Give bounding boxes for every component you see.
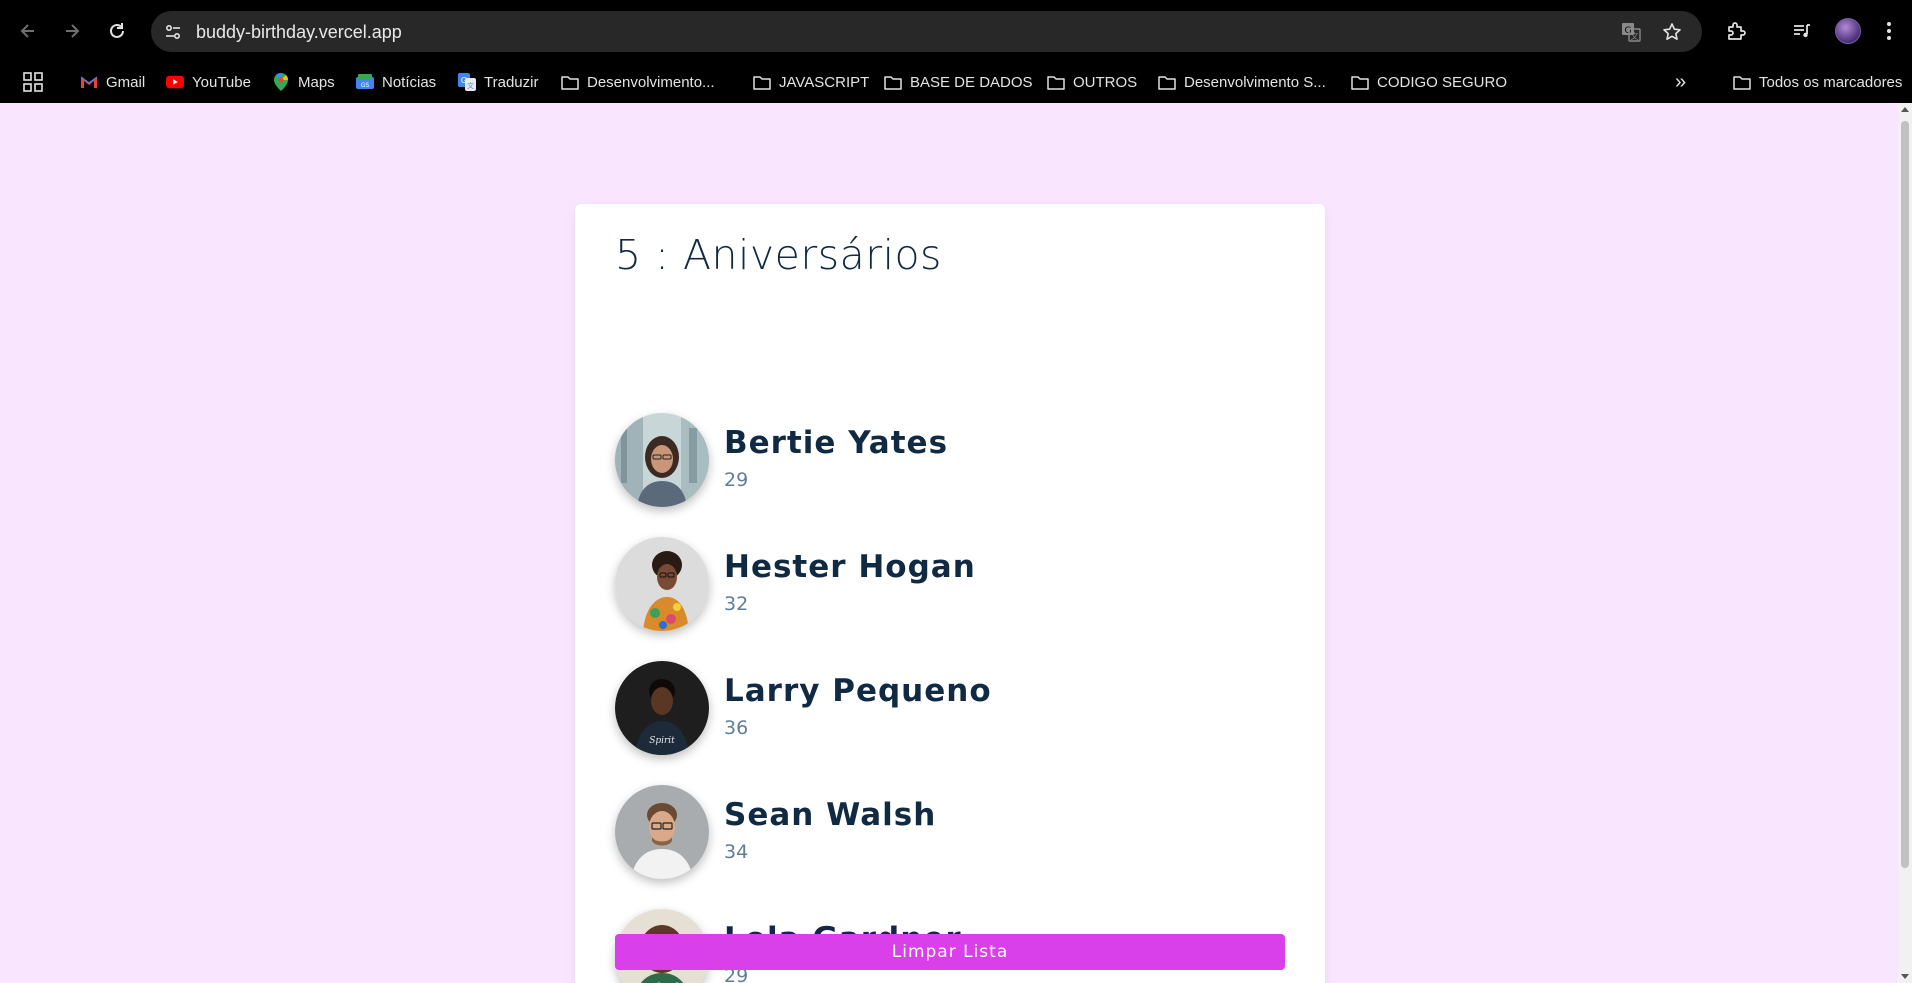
person-age: 36 [724,717,749,739]
person-photo [615,537,709,631]
reload-icon [110,23,124,38]
maps-icon [272,73,290,91]
page-scrollbar[interactable] [1898,103,1912,983]
all-bookmarks-folder[interactable]: Todos os marcadores [1733,70,1902,94]
extensions-button[interactable] [1720,15,1752,47]
person-name: Larry Pequeno [724,673,992,709]
folder-icon [1047,73,1065,91]
translate-icon: G文 [458,73,476,91]
bookmark-traduzir[interactable]: G文 Traduzir [458,70,538,94]
puzzle-icon [1728,22,1746,40]
profile-button[interactable] [1832,15,1864,47]
bookmarks-overflow-button[interactable]: » [1675,70,1686,94]
folder-icon [884,73,902,91]
apps-grid-icon[interactable] [22,71,44,93]
svg-text:GS: GS [361,82,370,89]
birthday-card: 5 : Aniversários Bertie Yates 29 Hester … [575,204,1325,983]
page-viewport: 5 : Aniversários Bertie Yates 29 Hester … [0,103,1898,983]
person-item: Hester Hogan 32 [615,537,1275,631]
person-photo [615,785,709,879]
person-name: Sean Walsh [724,797,937,833]
arrow-left-icon [20,24,34,38]
youtube-icon [166,73,184,91]
bookmark-star-icon[interactable] [1660,20,1684,44]
back-button[interactable] [12,15,44,47]
scrollbar-thumb[interactable] [1901,121,1909,868]
person-item: Spirit Larry Pequeno 36 [615,661,1275,755]
forward-button[interactable] [56,15,88,47]
url-text[interactable]: buddy-birthday.vercel.app [196,22,402,43]
bookmark-gmail[interactable]: Gmail [80,70,145,94]
browser-chrome: buddy-birthday.vercel.app G文 Gmail YouTu… [0,0,1912,103]
person-item: Bertie Yates 29 [615,413,1275,507]
news-icon: GS [356,73,374,91]
queue-music-icon [1794,24,1810,38]
bookmark-folder-base-de-dados[interactable]: BASE DE DADOS [884,70,1033,94]
browser-toolbar: buddy-birthday.vercel.app G文 [0,0,1912,62]
person-item: Sean Walsh 34 [615,785,1275,879]
bookmark-folder-desenvolvimento[interactable]: Desenvolvimento... [561,70,715,94]
gmail-icon [80,73,98,91]
person-age: 29 [724,469,749,491]
folder-icon [561,73,579,91]
translate-page-icon[interactable]: G文 [1619,20,1643,44]
birthday-count-title: 5 : Aniversários [615,231,942,279]
bookmark-folder-codigo-seguro[interactable]: CODIGO SEGURO [1351,70,1507,94]
more-vertical-icon [1887,22,1891,40]
person-age: 32 [724,593,749,615]
bookmark-folder-desenvolvimento-s[interactable]: Desenvolvimento S... [1158,70,1326,94]
person-age: 34 [724,841,749,863]
site-info-icon[interactable] [161,20,184,43]
svg-text:Spirit: Spirit [649,736,675,746]
address-bar[interactable]: buddy-birthday.vercel.app G文 [151,11,1702,52]
profile-avatar [1835,18,1861,44]
svg-text:文: 文 [1631,31,1639,41]
folder-icon [1351,73,1369,91]
person-photo [615,413,709,507]
arrow-right-icon [66,24,80,38]
scroll-up-arrow-icon[interactable] [1901,107,1909,112]
svg-text:文: 文 [467,81,474,90]
scroll-down-arrow-icon[interactable] [1901,974,1909,979]
bookmark-youtube[interactable]: YouTube [166,70,251,94]
chevron-double-right-icon: » [1675,70,1687,93]
folder-icon [1158,73,1176,91]
bookmark-folder-outros[interactable]: OUTROS [1047,70,1137,94]
bookmark-folder-javascript[interactable]: JAVASCRIPT [753,70,869,94]
reload-button[interactable] [101,15,133,47]
bookmark-noticias[interactable]: GS Notícias [356,70,436,94]
person-photo: Spirit [615,661,709,755]
bookmark-maps[interactable]: Maps [272,70,335,94]
folder-icon [1733,73,1751,91]
folder-icon [753,73,771,91]
person-name: Hester Hogan [724,549,976,585]
chrome-menu-button[interactable] [1877,15,1901,47]
bookmarks-bar: Gmail YouTube Maps GS Notícias G文 Traduz… [0,62,1912,103]
clear-list-button[interactable]: Limpar Lista [615,934,1285,970]
person-name: Bertie Yates [724,425,949,461]
media-control-button[interactable] [1786,15,1818,47]
